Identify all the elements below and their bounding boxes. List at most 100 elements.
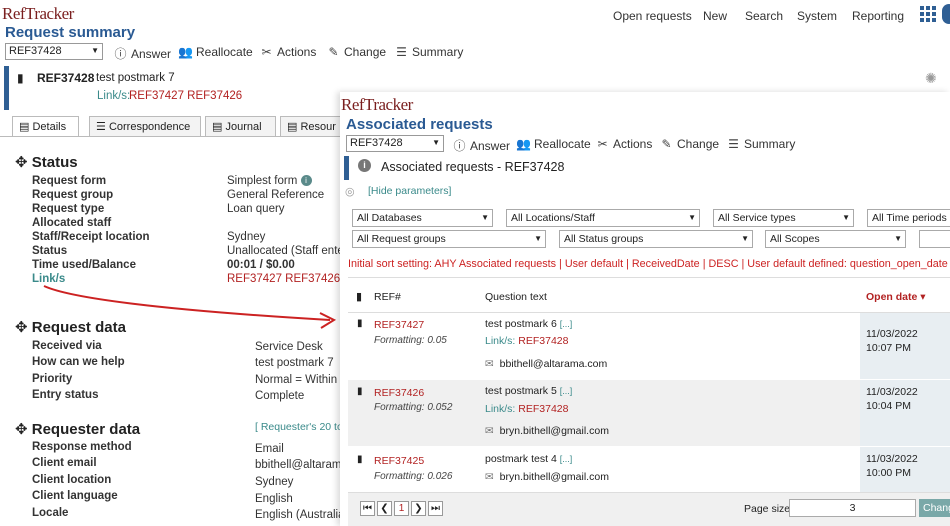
row-date: 11/03/2022 [866,453,918,465]
table-row[interactable]: 11/03/2022 10:00 PM ▮ REF37425 Formattin… [348,447,950,492]
overlay-actions-button[interactable]: ✂ Actions [595,137,652,151]
change-page-size-button[interactable]: Chang [919,499,950,517]
databases-select[interactable]: All Databases ▼ [352,209,493,227]
dropdown-arrow-icon: ▼ [894,234,902,243]
info-icon: i [358,159,371,172]
dropdown-arrow-icon: ▼ [481,213,489,222]
request-ref: REF37428 [37,71,95,85]
column-question[interactable]: Question text [485,291,547,303]
label-status: Status [32,245,68,257]
last-page-button[interactable]: ⏭ [428,501,443,516]
label-entry-status: Entry status [32,389,99,401]
page-size-input[interactable]: 3 [789,499,916,517]
collapse-icon[interactable]: ✥ [15,154,28,171]
overlay-ref-select[interactable]: REF37428 ▼ [346,135,444,152]
tab-journal[interactable]: ▤ Journal [205,116,276,136]
row-question: postmark test 4 [...] [485,453,573,465]
row-formatting: Formatting: 0.052 [374,402,453,413]
label-priority: Priority [32,373,73,385]
next-page-button[interactable]: ❯ [411,501,426,516]
prev-page-button[interactable]: ❮ [377,501,392,516]
users-icon: 👥 [178,45,193,59]
value-request-form: Simplest form i [227,175,312,187]
value-status: Unallocated (Staff entere [227,245,355,257]
list-icon: ☰ [396,45,407,59]
status-groups-select[interactable]: All Status groups ▼ [559,230,753,248]
overlay-accent-bar [344,156,349,180]
locations-select[interactable]: All Locations/Staff ▼ [506,209,700,227]
document-icon: ▮ [357,386,363,397]
column-ref[interactable]: REF# [374,291,401,303]
overlay-summary-button[interactable]: ☰ Summary [726,137,795,151]
dropdown-arrow-icon: ▼ [91,46,99,55]
tools-icon: ✂ [261,45,272,59]
reallocate-button[interactable]: 👥 Reallocate [178,45,253,59]
tab-resources[interactable]: ▤ Resour [280,116,345,136]
table-row[interactable]: 11/03/2022 10:07 PM ▮ REF37427 Formattin… [348,313,950,379]
row-ref[interactable]: REF37426 [374,387,424,399]
table-row[interactable]: 11/03/2022 10:04 PM ▮ REF37426 Formattin… [348,380,950,446]
time-periods-select[interactable]: All Time periods [867,209,950,227]
edit-icon: ✎ [328,45,339,59]
scopes-select[interactable]: All Scopes ▼ [765,230,906,248]
ref-select[interactable]: REF37428 ▼ [5,43,103,60]
overlay-reallocate-button[interactable]: 👥 Reallocate [516,137,591,151]
row-ref[interactable]: REF37427 [374,319,424,331]
dropdown-arrow-icon: ▼ [842,213,850,222]
actions-button[interactable]: ✂ Actions [259,45,316,59]
overlay-change-button[interactable]: ✎ Change [659,137,719,151]
value-priority: Normal = Within 3 [255,374,347,386]
value-response-method: Email [255,443,284,455]
hide-parameters-link[interactable]: [Hide parameters] [368,185,451,197]
row-links: Link/s: REF37428 [485,403,569,415]
answer-button[interactable]: ⓘ Answer [113,45,171,62]
nav-system[interactable]: System [797,9,837,23]
value-entry-status: Complete [255,390,305,402]
overlay-title: Associated requests [346,116,493,133]
request-subject: test postmark 7 [96,72,175,84]
header-accent-bar [4,66,9,110]
apps-grid-icon[interactable] [920,6,940,26]
tab-details[interactable]: ▤ Details [12,116,79,136]
row-question: test postmark 6 [...] [485,318,573,330]
label-allocated-staff: Allocated staff [32,217,112,229]
settings-gear-icon[interactable]: ✺ [925,70,937,87]
label-received-via: Received via [32,340,102,352]
collapse-icon[interactable]: ✥ [15,421,28,438]
nav-new[interactable]: New [703,9,727,23]
user-avatar[interactable] [942,4,950,24]
table-top-border [348,277,950,278]
resources-icon: ▤ [287,121,298,133]
app-logo: RefTracker [2,4,74,23]
details-icon: ▤ [19,121,30,133]
requester-totals-link[interactable]: [ Requester's 20 tot [255,421,346,433]
row-ref[interactable]: REF37425 [374,455,424,467]
tab-correspondence[interactable]: ☰ Correspondence [89,116,201,136]
nav-search[interactable]: Search [745,9,783,23]
more-link[interactable]: [...] [560,319,573,329]
nav-open-requests[interactable]: Open requests [613,9,692,23]
more-link[interactable]: [...] [560,454,573,464]
links-value[interactable]: REF37427 REF37426 [129,90,242,102]
service-types-select[interactable]: All Service types ▼ [713,209,854,227]
more-link[interactable]: [...] [560,386,573,396]
value-request-group: General Reference [227,189,325,201]
info-icon[interactable]: i [300,175,312,187]
request-groups-select[interactable]: All Request groups ▼ [352,230,546,248]
date-cell: 11/03/2022 10:07 PM [860,313,950,379]
current-page[interactable]: 1 [394,501,409,516]
first-page-button[interactable]: ⏮ [360,501,375,516]
column-open-date[interactable]: Open date ▾ [866,291,926,303]
date-cell: 11/03/2022 10:00 PM [860,447,950,492]
page-size-label: Page size: [744,503,794,515]
nav-reporting[interactable]: Reporting [852,9,904,23]
info-icon: ⓘ [114,47,127,61]
overlay-answer-button[interactable]: ⓘ Answer [452,137,510,154]
summary-button[interactable]: ☰ Summary [394,45,463,59]
filter-input[interactable] [919,230,950,248]
change-button[interactable]: ✎ Change [326,45,386,59]
collapse-icon[interactable]: ✥ [15,319,28,336]
value-how-can-we-help: test postmark 7 [255,357,334,369]
document-icon: ▮ [357,454,363,465]
dropdown-arrow-icon: ▼ [741,234,749,243]
